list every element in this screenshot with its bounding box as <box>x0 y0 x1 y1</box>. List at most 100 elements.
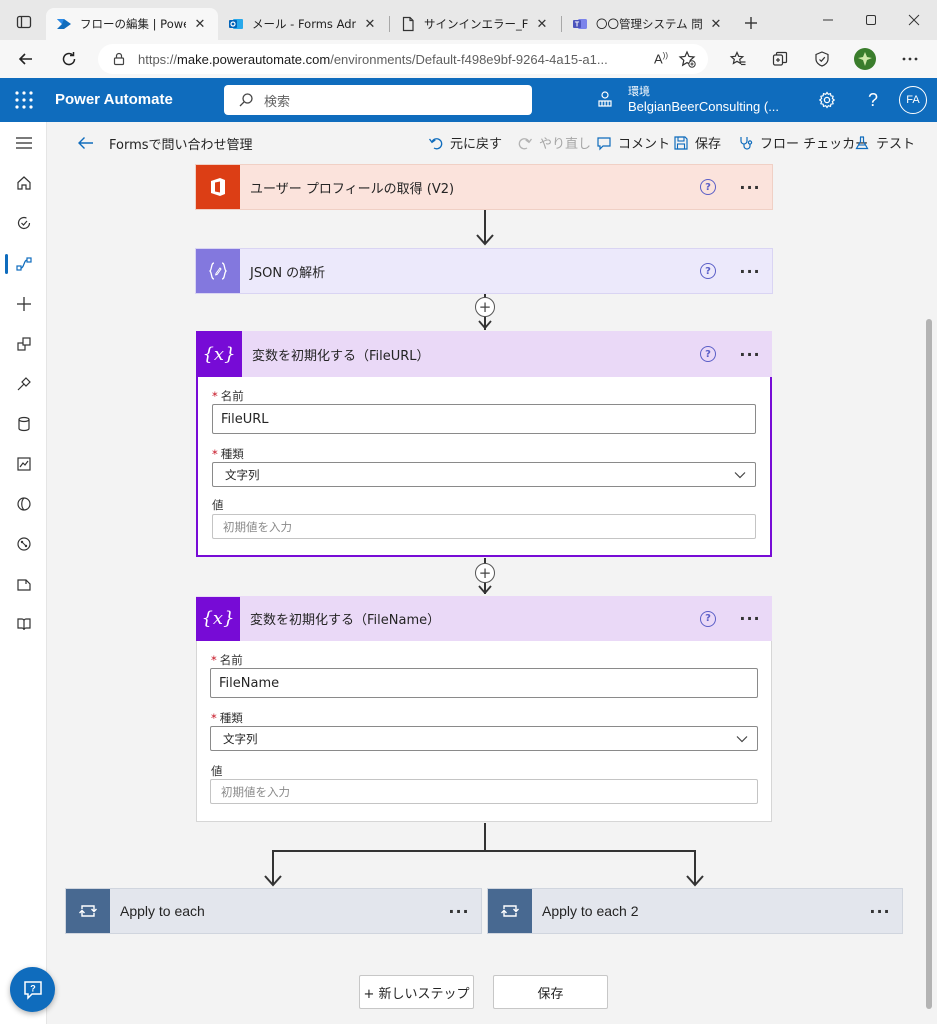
label-text: 種類 <box>220 447 244 461</box>
read-aloud-icon[interactable]: A)) <box>654 51 668 66</box>
environment-picker[interactable]: 環境 BelgianBeerConsulting (... <box>596 84 779 114</box>
variable-type-dropdown[interactable]: 文字列 <box>212 462 756 487</box>
variable-name-input[interactable]: FileURL <box>212 404 756 434</box>
label-text: 名前 <box>219 653 243 667</box>
variable-name-input[interactable]: FileName <box>210 668 758 698</box>
app-title[interactable]: Power Automate <box>55 91 173 108</box>
insert-step-plus-button[interactable]: + <box>475 297 495 317</box>
action-items-icon[interactable] <box>0 203 47 243</box>
settings-gear-icon[interactable] <box>816 89 838 111</box>
search-input[interactable]: 検索 <box>224 85 532 115</box>
close-icon[interactable]: ✕ <box>534 17 550 32</box>
virtual-agent-button[interactable]: ? <box>10 967 55 1012</box>
more-options-icon[interactable]: ··· <box>738 178 762 197</box>
redo-button[interactable]: やり直し <box>517 133 591 152</box>
chevron-down-icon <box>734 472 746 479</box>
monitor-icon[interactable] <box>0 444 47 484</box>
collections-icon[interactable] <box>766 45 794 73</box>
more-options-icon[interactable]: ··· <box>738 262 762 281</box>
comment-button[interactable]: コメント <box>596 133 670 152</box>
address-bar[interactable]: https://make.powerautomate.com/environme… <box>98 44 708 74</box>
flow-checker-button[interactable]: フロー チェッカー <box>738 133 868 152</box>
help-icon[interactable]: ? <box>700 610 716 627</box>
more-options-icon[interactable]: ··· <box>868 902 892 921</box>
step-card-get-user-profile[interactable]: ユーザー プロフィールの取得 (V2) ? ··· <box>196 165 772 209</box>
browser-tab-signin-error[interactable]: サインインエラー_Forms ✕ <box>390 8 560 40</box>
save-button[interactable]: 保存 <box>673 133 721 152</box>
tab-title: フローの編集 | Power Aut <box>80 17 186 31</box>
minimize-icon[interactable] <box>808 8 848 32</box>
tab-title: メール - Forms Admin <box>252 17 356 31</box>
stethoscope-icon <box>740 136 753 150</box>
url-text[interactable]: https://make.powerautomate.com/environme… <box>138 52 654 67</box>
insert-step-plus-button[interactable]: + <box>475 563 495 583</box>
step-card-init-variable-filename[interactable]: {𝑥} 変数を初期化する（FileName） ? ··· * 名前 FileNam… <box>196 596 772 822</box>
refresh-icon[interactable] <box>55 45 83 73</box>
url-host: make.powerautomate.com <box>177 51 331 67</box>
vertical-scrollbar[interactable] <box>921 164 937 1024</box>
close-icon[interactable]: ✕ <box>192 17 208 32</box>
test-label: テスト <box>876 137 916 152</box>
hamburger-menu-icon[interactable] <box>0 123 47 163</box>
help-icon[interactable]: ? <box>700 263 716 279</box>
help-icon[interactable]: ? <box>862 89 884 111</box>
back-arrow-icon[interactable] <box>12 45 40 73</box>
window-close-icon[interactable] <box>894 8 934 32</box>
close-icon[interactable]: ✕ <box>708 17 724 32</box>
more-options-icon[interactable]: ··· <box>738 345 762 364</box>
create-plus-icon[interactable] <box>0 284 47 324</box>
app-launcher-icon[interactable] <box>14 90 34 110</box>
add-favorite-icon[interactable] <box>678 50 696 68</box>
flow-checker-label: フロー チェッカー <box>760 137 869 152</box>
help-icon[interactable]: ? <box>700 346 716 362</box>
more-options-icon[interactable] <box>896 45 924 73</box>
close-icon[interactable]: ✕ <box>362 17 378 32</box>
url-path: /environments/Default-f498e9bf-9264-4a15… <box>330 51 608 67</box>
test-button[interactable]: テスト <box>854 133 915 152</box>
name-field-label: * 名前 <box>211 652 243 668</box>
more-options-icon[interactable]: ··· <box>447 902 471 921</box>
my-flows-icon[interactable] <box>0 244 47 284</box>
url-scheme: https:// <box>138 51 178 67</box>
required-mark: * <box>211 653 217 667</box>
type-field-label: * 種類 <box>211 710 243 726</box>
variable-type-dropdown[interactable]: 文字列 <box>210 726 758 751</box>
variable-value-input[interactable]: 初期値を入力 <box>210 779 758 804</box>
more-options-icon[interactable]: ··· <box>738 609 762 628</box>
step-card-parse-json[interactable]: JSON の解析 ? ··· <box>196 249 772 293</box>
browser-tab-management-system[interactable]: T 〇〇管理システム 問合 ✕ <box>562 8 734 40</box>
power-automate-icon <box>57 19 71 29</box>
home-icon[interactable] <box>0 163 47 203</box>
help-icon[interactable]: ? <box>700 179 716 195</box>
back-arrow-icon[interactable] <box>76 133 96 153</box>
step-card-apply-to-each[interactable]: Apply to each ··· <box>66 889 481 933</box>
ai-hub-icon[interactable] <box>0 484 47 524</box>
save-icon <box>674 135 688 150</box>
browser-tab-flow-edit[interactable]: フローの編集 | Power Aut ✕ <box>46 8 218 40</box>
templates-icon[interactable] <box>0 324 47 364</box>
process-mining-icon[interactable] <box>0 524 47 564</box>
user-avatar[interactable]: FA <box>899 86 927 114</box>
solutions-icon[interactable] <box>0 564 47 604</box>
maximize-icon[interactable] <box>851 8 891 32</box>
lock-icon[interactable] <box>112 52 126 66</box>
connectors-icon[interactable] <box>0 364 47 404</box>
step-card-apply-to-each-2[interactable]: Apply to each 2 ··· <box>488 889 902 933</box>
scrollbar-thumb[interactable] <box>926 319 932 1009</box>
browser-tab-strip: フローの編集 | Power Aut ✕ メール - Forms Admin ✕… <box>0 0 937 40</box>
tab-actions-icon[interactable] <box>10 8 38 36</box>
save-flow-button[interactable]: 保存 <box>493 975 608 1009</box>
browser-essentials-icon[interactable] <box>808 45 836 73</box>
variable-value-input[interactable]: 初期値を入力 <box>212 514 756 539</box>
undo-button[interactable]: 元に戻す <box>428 133 502 152</box>
profile-avatar-icon[interactable] <box>851 45 879 73</box>
step-card-init-variable-fileurl[interactable]: {𝑥} 変数を初期化する（FileURL） ? ··· * 名前 FileURL … <box>196 331 772 557</box>
selected-type: 文字列 <box>223 731 258 746</box>
favorites-icon[interactable] <box>724 45 752 73</box>
environment-icon <box>598 91 612 107</box>
browser-tab-mail[interactable]: メール - Forms Admin ✕ <box>218 8 388 40</box>
learn-book-icon[interactable] <box>0 604 47 644</box>
new-tab-icon[interactable] <box>737 9 765 37</box>
new-step-button[interactable]: + 新しいステップ <box>359 975 474 1009</box>
data-icon[interactable] <box>0 404 47 444</box>
